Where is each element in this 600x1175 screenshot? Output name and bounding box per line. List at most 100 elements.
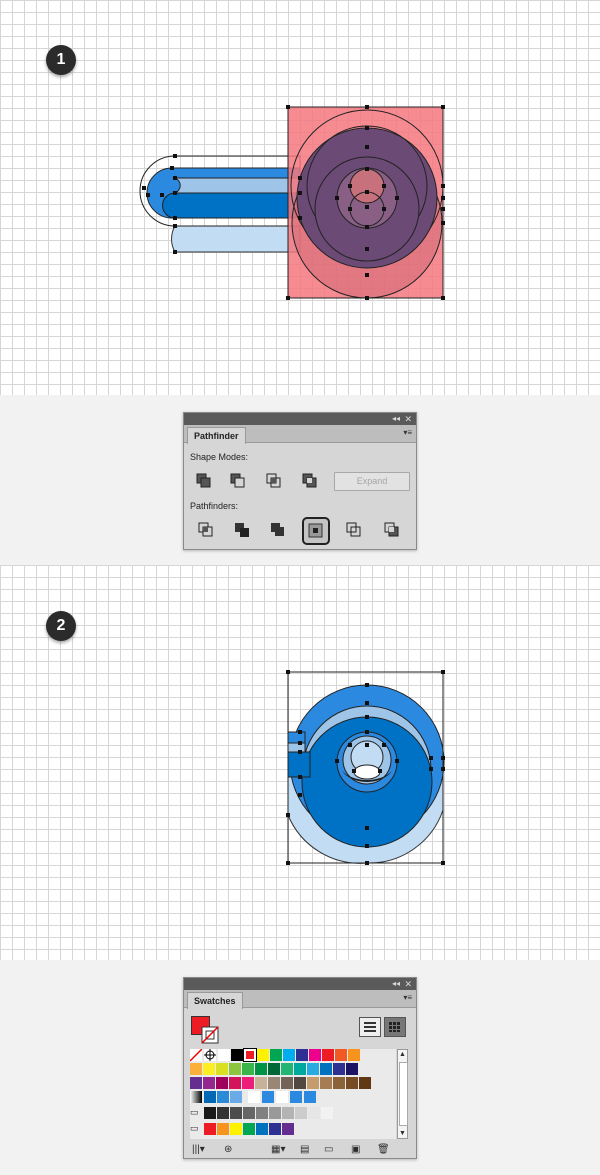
color-swatch[interactable] [242, 1077, 254, 1089]
color-swatch[interactable] [335, 1049, 347, 1061]
outline-icon[interactable] [346, 522, 362, 538]
color-swatch[interactable] [190, 1063, 202, 1075]
color-swatch[interactable] [203, 1077, 215, 1089]
gray-swatch[interactable] [269, 1107, 281, 1119]
group-swatch[interactable] [217, 1123, 229, 1135]
color-swatch[interactable] [229, 1077, 241, 1089]
delete-swatch-icon[interactable]: 🗑 [377, 1144, 390, 1155]
intersect-icon[interactable] [266, 473, 282, 489]
group-swatch[interactable] [269, 1123, 281, 1135]
swatch-options-icon[interactable]: ⊛ [224, 1144, 232, 1155]
thumbnail-view-button[interactable] [384, 1017, 406, 1037]
color-swatch[interactable] [204, 1091, 216, 1103]
swatch-scrollbar[interactable]: ▲ ▼ [397, 1049, 408, 1139]
scroll-thumb[interactable] [399, 1062, 408, 1126]
unite-icon[interactable] [196, 473, 212, 489]
step-2-artwork[interactable] [0, 565, 600, 960]
collapse-panel-icon[interactable]: ◂◂ [392, 978, 400, 990]
color-swatch[interactable] [255, 1063, 267, 1075]
tab-swatches[interactable]: Swatches [187, 992, 243, 1009]
hole-white-ellipse[interactable] [353, 764, 381, 780]
none-swatch[interactable] [189, 1048, 203, 1062]
pattern-swatch[interactable] [290, 1091, 302, 1103]
pattern-swatch[interactable] [262, 1091, 274, 1103]
light-strip-shape[interactable] [174, 177, 301, 194]
collapse-panel-icon[interactable]: ◂◂ [392, 413, 400, 425]
color-swatch[interactable] [243, 1048, 257, 1062]
scroll-down-icon[interactable]: ▼ [398, 1129, 407, 1138]
scroll-up-icon[interactable]: ▲ [398, 1050, 407, 1059]
color-swatch[interactable] [309, 1049, 321, 1061]
step-1-artwork[interactable] [0, 0, 600, 395]
swatches-titlebar[interactable]: ◂◂ ✕ [184, 978, 416, 990]
color-swatch[interactable] [231, 1049, 243, 1061]
color-group-folder-icon[interactable]: ▭ [190, 1123, 202, 1135]
stroke-none-swatch[interactable] [201, 1026, 219, 1044]
group-swatch[interactable] [243, 1123, 255, 1135]
left-tab-light-shape[interactable] [287, 742, 306, 753]
color-swatch[interactable] [216, 1063, 228, 1075]
swatch-details-icon[interactable]: ▤ [300, 1144, 309, 1155]
color-swatch[interactable] [217, 1091, 229, 1103]
color-swatch[interactable] [296, 1049, 308, 1061]
color-swatch[interactable] [333, 1077, 345, 1089]
color-swatch[interactable] [229, 1063, 241, 1075]
registration-swatch[interactable] [204, 1049, 216, 1061]
expand-button[interactable]: Expand [334, 472, 410, 491]
group-swatch[interactable] [230, 1123, 242, 1135]
left-tab-dark-shape[interactable] [287, 751, 311, 778]
color-swatch[interactable] [359, 1077, 371, 1089]
hole-circle[interactable] [349, 168, 385, 204]
color-swatch[interactable] [322, 1049, 334, 1061]
merge-icon[interactable] [270, 522, 286, 538]
panel-titlebar[interactable]: ◂◂ ✕ [184, 413, 416, 425]
color-swatch[interactable] [190, 1077, 202, 1089]
crop-button-selected[interactable] [302, 517, 330, 545]
color-swatch[interactable] [320, 1077, 332, 1089]
divide-icon[interactable] [198, 522, 214, 538]
gray-swatch[interactable] [217, 1107, 229, 1119]
color-swatch[interactable] [230, 1091, 242, 1103]
color-swatch[interactable] [255, 1077, 267, 1089]
color-swatch[interactable] [203, 1063, 215, 1075]
gradient-swatch[interactable] [190, 1091, 202, 1103]
new-swatch-icon[interactable]: ▣ [351, 1144, 360, 1155]
pattern-swatch[interactable] [276, 1091, 288, 1103]
color-swatch[interactable] [346, 1077, 358, 1089]
swatch-kinds-icon[interactable]: ▦▾ [271, 1144, 285, 1155]
new-color-group-icon[interactable]: ▭ [324, 1144, 333, 1155]
close-panel-icon[interactable]: ✕ [404, 413, 412, 425]
tab-pathfinder[interactable]: Pathfinder [187, 427, 246, 444]
group-swatch[interactable] [204, 1123, 216, 1135]
gray-swatch[interactable] [243, 1107, 255, 1119]
color-swatch[interactable] [307, 1063, 319, 1075]
color-swatch[interactable] [346, 1063, 358, 1075]
grays-folder-icon[interactable]: ▭ [190, 1107, 202, 1119]
pattern-swatch[interactable] [248, 1091, 260, 1103]
color-swatch[interactable] [294, 1063, 306, 1075]
color-swatch[interactable] [268, 1077, 280, 1089]
group-swatch[interactable] [256, 1123, 268, 1135]
gray-swatch[interactable] [295, 1107, 307, 1119]
list-view-button[interactable] [359, 1017, 381, 1037]
color-swatch[interactable] [294, 1077, 306, 1089]
gray-swatch[interactable] [282, 1107, 294, 1119]
color-swatch[interactable] [268, 1063, 280, 1075]
gray-swatch[interactable] [308, 1107, 320, 1119]
color-swatch[interactable] [257, 1049, 269, 1061]
color-swatch[interactable] [216, 1077, 228, 1089]
trim-icon[interactable] [234, 522, 250, 538]
close-panel-icon[interactable]: ✕ [404, 978, 412, 990]
color-swatch[interactable] [242, 1063, 254, 1075]
gray-swatch[interactable] [204, 1107, 216, 1119]
color-swatch[interactable] [333, 1063, 345, 1075]
color-swatch[interactable] [307, 1077, 319, 1089]
left-tab-shape[interactable] [287, 731, 306, 744]
pattern-swatch[interactable] [304, 1091, 316, 1103]
color-swatch[interactable] [283, 1049, 295, 1061]
dark-band-shape[interactable] [162, 192, 301, 219]
color-swatch[interactable] [320, 1063, 332, 1075]
swatch-libraries-icon[interactable]: |||▾ [192, 1144, 205, 1155]
pale-strip-shape[interactable] [171, 225, 301, 253]
panel-menu-icon[interactable]: ▾≡ [403, 993, 412, 1002]
